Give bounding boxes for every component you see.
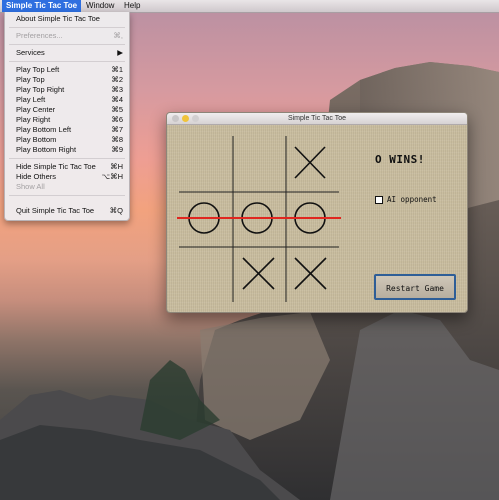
menu-item-label: Services: [16, 48, 45, 57]
menu-separator: [9, 44, 125, 45]
menu-item-shortcut: ⌘Q: [109, 206, 123, 215]
menu-item-shortcut: ⌘9: [111, 145, 123, 154]
board-cell-right[interactable]: [286, 192, 339, 247]
game-status-text: O WINS!: [375, 153, 425, 166]
menu-item-shortcut: ⌘2: [111, 75, 123, 84]
menu-separator: [9, 27, 125, 28]
menu-help[interactable]: Help: [120, 0, 144, 12]
menu-item-shortcut: ⌘3: [111, 85, 123, 94]
menu-item-hide-others[interactable]: Hide Others ⌥⌘H: [5, 172, 129, 182]
menu-item-label: Hide Simple Tic Tac Toe: [16, 162, 96, 171]
game-board: [177, 136, 341, 302]
menu-item-shortcut: ⌥⌘H: [101, 172, 123, 181]
menu-item-label: Play Top: [16, 75, 45, 84]
menu-item-shortcut: ⌘8: [111, 135, 123, 144]
menu-item-services[interactable]: Services ▶: [5, 48, 129, 58]
app-menu-dropdown: About Simple Tic Tac Toe Preferences... …: [4, 12, 130, 221]
menu-item-play-bottom-left[interactable]: Play Bottom Left ⌘7: [5, 125, 129, 135]
menu-item-play-center[interactable]: Play Center ⌘5: [5, 105, 129, 115]
board-cell-top[interactable]: [233, 136, 286, 192]
menu-item-play-right[interactable]: Play Right ⌘6: [5, 115, 129, 125]
ai-opponent-checkbox[interactable]: [375, 196, 383, 204]
game-window: Simple Tic Tac Toe O WINS! AI opponent R…: [166, 112, 468, 313]
menu-item-shortcut: ⌘6: [111, 115, 123, 124]
menu-item-label: Preferences...: [16, 31, 63, 40]
menu-item-label: Quit Simple Tic Tac Toe: [16, 206, 95, 215]
menu-item-label: Play Bottom: [16, 135, 57, 144]
menu-item-shortcut: ⌘H: [110, 162, 123, 171]
menu-item-label: Play Right: [16, 115, 51, 124]
window-title: Simple Tic Tac Toe: [287, 115, 347, 122]
menu-separator: [9, 158, 125, 159]
submenu-arrow-icon: ▶: [117, 48, 123, 57]
menu-item-label: Play Center: [16, 105, 56, 114]
menu-item-label: Play Top Right: [16, 85, 65, 94]
board-cell-center[interactable]: [233, 192, 286, 247]
menu-item-label: Play Bottom Left: [16, 125, 72, 134]
window-titlebar[interactable]: Simple Tic Tac Toe: [167, 113, 467, 125]
restart-game-button[interactable]: Restart Game: [374, 274, 456, 300]
menu-item-play-bottom[interactable]: Play Bottom ⌘8: [5, 135, 129, 145]
menu-item-shortcut: ⌘1: [111, 65, 123, 74]
ai-opponent-label: AI opponent: [387, 195, 437, 204]
board-cell-top-left[interactable]: [179, 136, 233, 192]
minimize-window-icon[interactable]: [182, 115, 189, 122]
menu-item-hide-app[interactable]: Hide Simple Tic Tac Toe ⌘H: [5, 162, 129, 172]
menu-item-show-all: Show All: [5, 182, 129, 192]
menu-item-play-left[interactable]: Play Left ⌘4: [5, 95, 129, 105]
menu-item-shortcut: ⌘,: [113, 31, 123, 40]
menu-item-label: Hide Others: [16, 172, 57, 181]
menu-item-play-top-left[interactable]: Play Top Left ⌘1: [5, 65, 129, 75]
menu-separator: [9, 195, 125, 196]
menu-item-label: Play Bottom Right: [16, 145, 77, 154]
menu-item-play-top-right[interactable]: Play Top Right ⌘3: [5, 85, 129, 95]
menu-item-shortcut: ⌘5: [111, 105, 123, 114]
menu-item-shortcut: ⌘4: [111, 95, 123, 104]
board-cell-left[interactable]: [179, 192, 233, 247]
menu-item-label: Show All: [16, 182, 45, 191]
menu-item-play-bottom-right[interactable]: Play Bottom Right ⌘9: [5, 145, 129, 155]
menu-item-quit[interactable]: Quit Simple Tic Tac Toe ⌘Q: [5, 206, 129, 216]
menu-item-about[interactable]: About Simple Tic Tac Toe: [5, 14, 129, 24]
menu-item-preferences: Preferences... ⌘,: [5, 31, 129, 41]
menu-item-label: Play Left: [16, 95, 46, 104]
menu-item-label: Play Top Left: [16, 65, 60, 74]
menu-app[interactable]: Simple Tic Tac Toe: [2, 0, 82, 12]
menu-item-shortcut: ⌘7: [111, 125, 123, 134]
menu-item-label: About Simple Tic Tac Toe: [16, 14, 100, 23]
menu-window[interactable]: Window: [82, 0, 118, 12]
zoom-window-icon[interactable]: [192, 115, 199, 122]
menu-item-play-top[interactable]: Play Top ⌘2: [5, 75, 129, 85]
menu-separator: [9, 61, 125, 62]
board-cell-bottom-left[interactable]: [179, 247, 233, 302]
close-window-icon[interactable]: [172, 115, 179, 122]
